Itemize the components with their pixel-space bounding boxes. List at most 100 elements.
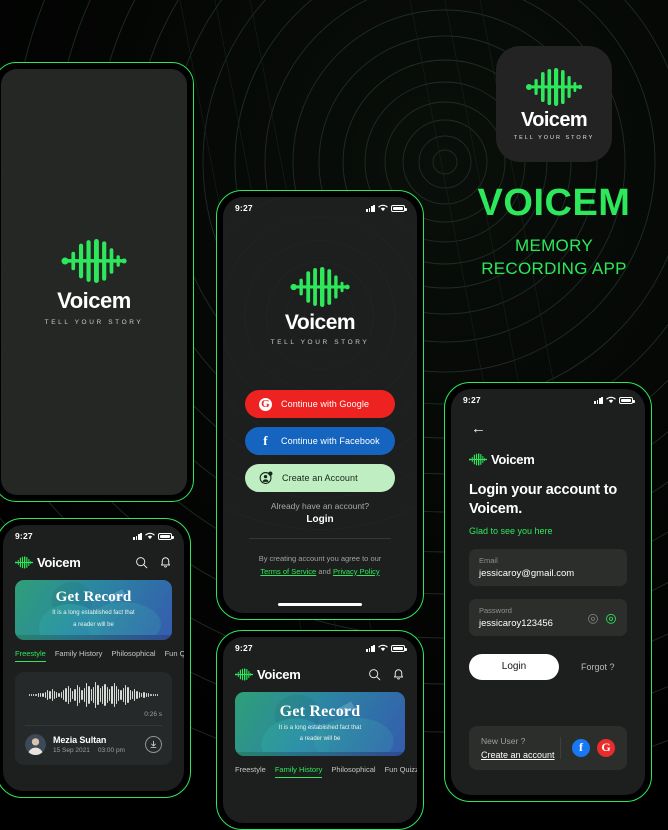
terms-of-service-link[interactable]: Terms of Service [260, 567, 316, 576]
google-social-icon[interactable]: G [597, 738, 615, 757]
status-bar: 9:27 [3, 525, 184, 547]
hero-subtitle: MEMORY RECORDING APP [481, 235, 627, 281]
splash-logo-block: Voicem TELL YOUR STORY [44, 238, 144, 326]
create-account-button[interactable]: Create an Account [245, 464, 395, 492]
back-arrow-icon[interactable]: ← [471, 421, 627, 436]
login-brand-name: Voicem [491, 452, 535, 467]
get-record-banner[interactable]: Get Record It is a long established fact… [15, 580, 172, 640]
signal-bars-icon [594, 396, 603, 404]
google-g-icon: G [259, 397, 272, 411]
voicem-waveform-logo-icon [290, 267, 350, 307]
battery-icon [391, 644, 407, 652]
auth-brand-name: Voicem [284, 311, 356, 334]
battery-icon [391, 204, 407, 212]
login-subtitle: Glad to see you here [469, 525, 553, 536]
add-user-icon [259, 471, 273, 484]
bell-icon[interactable] [159, 556, 172, 569]
new-user-panel: New User ? Create an account f G [469, 725, 627, 770]
tab-family-history[interactable]: Family History [55, 649, 103, 662]
recording-duration: 0:26 s [144, 711, 162, 718]
legal-and: and [318, 566, 331, 576]
category-tabs: Freestyle Family History Philosophical F… [15, 649, 184, 662]
splash-brand-name: Voicem [57, 287, 131, 313]
status-bar: 9:27 [223, 197, 417, 219]
bell-icon[interactable] [392, 668, 405, 681]
continue-with-google-button[interactable]: G Continue with Google [245, 390, 395, 418]
home-indicator [278, 603, 362, 606]
home-screen: 9:27 Voicem Get Record It is a long esta… [3, 525, 184, 791]
wifi-icon [378, 644, 388, 652]
hero-title: VOICEM [477, 182, 631, 224]
banner-sub-line1: It is a long established fact that [278, 724, 362, 731]
waveform-visualizer[interactable] [25, 682, 162, 708]
create-account-button-label: Create an Account [282, 473, 358, 483]
email-field[interactable]: Email jessicaroy@gmail.com [469, 548, 627, 586]
home-screen-secondary: 9:27 Voicem Get Record It is a long esta… [223, 637, 417, 823]
auth-logo-block: Voicem TELL YOUR STORY [245, 267, 395, 346]
login-button[interactable]: Login [469, 653, 559, 680]
tab-philosophical[interactable]: Philosophical [331, 765, 375, 778]
tab-freestyle[interactable]: Freestyle [235, 765, 266, 778]
battery-icon [619, 396, 635, 404]
recording-card: 0:26 s Mezia Sultan 15 Sep 2021 03:00 pm [15, 672, 172, 765]
app-icon-name: Voicem [520, 108, 588, 131]
tab-family-history[interactable]: Family History [274, 765, 323, 778]
divider [560, 736, 561, 759]
new-user-question: New User ? [481, 735, 526, 746]
category-tabs: Freestyle Family History Philosophical F… [235, 765, 417, 778]
banner-sub-line2: a reader will be [299, 736, 341, 742]
home-phone-device: 9:27 Voicem Get Record It is a long esta… [0, 518, 191, 798]
signal-bars-icon [133, 532, 142, 540]
splash-tagline: TELL YOUR STORY [44, 318, 144, 326]
forgot-password-link[interactable]: Forgot ? [581, 662, 615, 672]
hero-branding-panel: Voicem TELL YOUR STORY VOICEM MEMORY REC… [440, 30, 668, 350]
divider [249, 538, 391, 539]
legal-prefix: By creating account you agree to our [258, 554, 382, 563]
recording-author: Mezia Sultan [53, 735, 107, 745]
status-bar: 9:27 [451, 389, 645, 411]
google-button-label: Continue with Google [281, 399, 370, 409]
login-title: Login your account to Voicem. [469, 482, 618, 517]
legal-text: By creating account you agree to our Ter… [245, 553, 395, 579]
continue-with-facebook-button[interactable]: f Continue with Facebook [245, 427, 395, 455]
search-icon[interactable] [135, 556, 148, 569]
create-account-link[interactable]: Create an account [481, 750, 555, 760]
tab-fun-quizzes[interactable]: Fun Quizzes [165, 649, 184, 662]
wifi-icon [378, 204, 388, 212]
search-icon[interactable] [368, 668, 381, 681]
home-logo: Voicem [15, 555, 81, 570]
facebook-button-label: Continue with Facebook [281, 436, 380, 446]
app-icon-tagline: TELL YOUR STORY [513, 134, 595, 141]
login-link[interactable]: Login [245, 514, 395, 525]
hero-subtitle-line1: MEMORY [514, 236, 593, 255]
voicem-waveform-logo-icon [61, 238, 127, 283]
login-inline-logo: Voicem [469, 452, 627, 467]
app-icon: Voicem TELL YOUR STORY [496, 46, 612, 162]
tablet-splash-device: Voicem TELL YOUR STORY [0, 62, 194, 502]
signal-bars-icon [366, 644, 375, 652]
download-icon[interactable] [145, 736, 162, 753]
wifi-icon [606, 396, 616, 404]
banner-title: Get Record [55, 589, 132, 606]
tab-philosophical[interactable]: Philosophical [111, 649, 155, 662]
tab-fun-quizzes[interactable]: Fun Quizzes [385, 765, 417, 778]
recording-row[interactable]: Mezia Sultan 15 Sep 2021 03:00 pm [25, 726, 162, 765]
tab-freestyle[interactable]: Freestyle [15, 649, 46, 662]
get-record-banner[interactable]: Get Record It is a long established fact… [235, 692, 405, 756]
status-time: 9:27 [235, 203, 253, 213]
privacy-policy-link[interactable]: Privacy Policy [333, 567, 380, 576]
password-field[interactable]: Password jessicaroy123456 [469, 598, 627, 636]
auth-phone-device: 9:27 Voicem TELL YOUR STORY G Continue w… [216, 190, 424, 620]
home-logo: Voicem [235, 667, 301, 682]
eye-on-icon[interactable] [605, 613, 617, 625]
email-label: Email [479, 555, 498, 565]
user-avatar [25, 734, 46, 755]
hero-subtitle-line2: RECORDING APP [481, 258, 627, 278]
voicem-waveform-logo-icon [469, 453, 487, 466]
wifi-icon [145, 532, 155, 540]
auth-tagline: TELL YOUR STORY [270, 339, 370, 346]
facebook-social-icon[interactable]: f [572, 738, 590, 757]
recording-date: 15 Sep 2021 [53, 747, 90, 754]
eye-off-icon[interactable] [587, 613, 599, 625]
status-bar: 9:27 [223, 637, 417, 659]
